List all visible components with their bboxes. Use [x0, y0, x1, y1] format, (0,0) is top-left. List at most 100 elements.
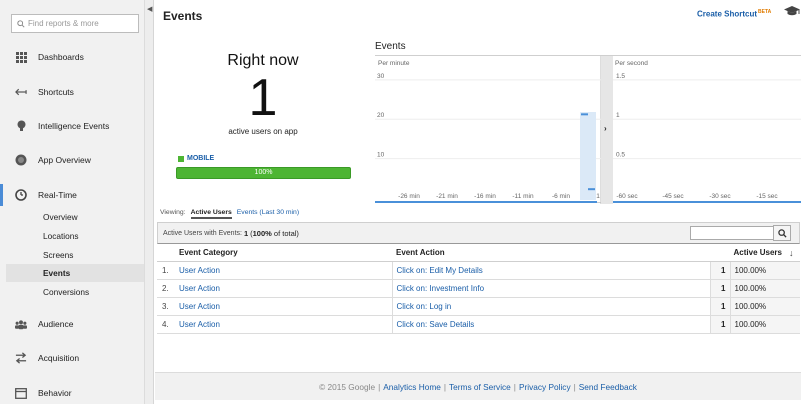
viewing-label: Viewing: — [160, 209, 186, 216]
graduation-cap-icon[interactable] — [784, 5, 800, 19]
bar — [581, 113, 588, 116]
summary-label: Active Users with Events: — [163, 229, 242, 237]
grid-icon — [15, 51, 27, 63]
table-row: 4. User Action Click on: Save Details 1 100.… — [157, 315, 800, 334]
event-category-link[interactable]: User Action — [175, 297, 393, 316]
bar — [588, 188, 595, 191]
tab-active-users[interactable]: Active Users — [190, 209, 232, 219]
y-tick-label: 1.5 — [616, 73, 625, 80]
nav-item-app-overview[interactable]: App Overview — [0, 149, 145, 171]
sidebar: Find reports & more Dashboards Shortcuts… — [0, 0, 145, 404]
active-users-percent: 100.00% — [730, 315, 800, 334]
y-tick-label: 20 — [377, 112, 385, 119]
segment-label: MOBILE — [187, 155, 215, 162]
nav-item-dashboards[interactable]: Dashboards — [0, 46, 145, 68]
table-search-input[interactable] — [690, 226, 776, 240]
active-users-caption: active users on app — [228, 127, 298, 136]
row-index: 4. — [157, 315, 175, 334]
search-icon — [17, 19, 25, 28]
y-tick-label: 10 — [377, 152, 385, 159]
sub-item-conversions[interactable]: Conversions — [6, 283, 144, 301]
swap-arrows-icon — [15, 352, 27, 364]
row-index: 1. — [157, 261, 175, 280]
footer-link-terms-of-service[interactable]: Terms of Service — [449, 382, 511, 392]
active-users-percent: 100.00% — [730, 297, 800, 316]
nav-label: Shortcuts — [38, 87, 74, 97]
events-chart: › Per minute 10 20 30 -26 min -21 min -16 min -1… — [375, 55, 801, 204]
summary-detail-percent: 100% — [252, 228, 272, 238]
event-category-link[interactable]: User Action — [175, 261, 393, 280]
active-users-value: 1 — [710, 279, 731, 298]
event-action-link[interactable]: Click on: Save Details — [392, 315, 711, 334]
footer-link-send-feedback[interactable]: Send Feedback — [579, 382, 637, 392]
nav-item-behavior[interactable]: Behavior — [0, 382, 145, 404]
footer-link-privacy-policy[interactable]: Privacy Policy — [519, 382, 571, 392]
footer-link-analytics-home[interactable]: Analytics Home — [383, 382, 441, 392]
active-users-value: 1 — [710, 297, 731, 316]
segment-swatch — [178, 155, 184, 162]
column-header-event-category[interactable]: Event Category — [175, 244, 392, 262]
active-users-count: 1 — [248, 69, 278, 127]
footer-copyright: © 2015 Google — [319, 381, 376, 392]
viewing-tabs: Viewing: Active Users Events (Last 30 mi… — [160, 209, 299, 219]
segment-bar: 100% — [176, 167, 351, 179]
segment-percent: 100% — [254, 169, 273, 176]
y-tick-label: 1 — [616, 112, 620, 119]
sub-item-locations[interactable]: Locations — [6, 227, 144, 245]
column-header-active-users[interactable]: Active Users — [710, 244, 800, 262]
events-chart-title: Events — [375, 41, 406, 52]
summary-detail: (100% of total) — [250, 228, 299, 238]
nav-label: App Overview — [38, 155, 91, 165]
table-header-row: Event Category Event Action Active Users — [157, 244, 800, 262]
table-search-button[interactable] — [773, 225, 791, 241]
x-tick-label: -16 min — [474, 193, 496, 200]
nav-item-intelligence-events[interactable]: Intelligence Events — [0, 115, 145, 137]
events-table: Event Category Event Action Active Users… — [157, 244, 800, 334]
sub-item-overview[interactable]: Overview — [6, 208, 144, 226]
active-users-percent: 100.00% — [730, 261, 800, 280]
event-action-link[interactable]: Click on: Log in — [392, 297, 711, 316]
sidebar-collapse-toggle[interactable]: ◀ — [145, 0, 154, 404]
nav-item-acquisition[interactable]: Acquisition — [0, 347, 145, 369]
nav-item-real-time[interactable]: Real-Time — [0, 184, 145, 206]
sub-item-events[interactable]: Events — [6, 264, 144, 282]
nav-label: Acquisition — [38, 353, 80, 363]
table-row: 2. User Action Click on: Investment Info 1 1… — [157, 279, 800, 298]
highlight-column — [580, 112, 596, 200]
event-action-link[interactable]: Click on: Investment Info — [392, 279, 711, 298]
panel-title-per-minute: Per minute — [378, 60, 410, 67]
page-title: Events — [163, 9, 203, 23]
tab-events-last-30-min[interactable]: Events (Last 30 min) — [237, 209, 299, 219]
event-action-link[interactable]: Click on: Edit My Details — [392, 261, 711, 280]
nav-label: Dashboards — [38, 52, 84, 62]
segment-legend: MOBILE — [178, 155, 214, 162]
nav-item-shortcuts[interactable]: Shortcuts — [0, 81, 145, 103]
sub-item-screens[interactable]: Screens — [6, 246, 144, 264]
x-tick-label: -45 sec — [662, 193, 684, 200]
event-category-link[interactable]: User Action — [175, 279, 393, 298]
y-tick-label: 0.5 — [616, 152, 625, 159]
beta-badge: BETA — [758, 9, 772, 15]
x-tick-label: -6 min — [552, 193, 570, 200]
summary-value: 1 — [243, 228, 249, 238]
row-index: 2. — [157, 279, 175, 298]
search-input[interactable]: Find reports & more — [11, 14, 139, 33]
x-tick-label: -30 sec — [709, 193, 731, 200]
people-icon — [15, 318, 27, 330]
x-tick-label: -11 min — [512, 193, 534, 200]
search-placeholder: Find reports & more — [28, 19, 99, 28]
column-header-event-action[interactable]: Event Action — [392, 244, 710, 262]
y-tick-label: 30 — [377, 73, 385, 80]
nav-label: Real-Time — [38, 190, 77, 200]
create-shortcut-label: Create Shortcut — [697, 9, 758, 19]
table-row: 1. User Action Click on: Edit My Details 1 1… — [157, 261, 800, 280]
nav-label: Audience — [38, 319, 74, 329]
event-category-link[interactable]: User Action — [175, 315, 393, 334]
sort-descending-icon[interactable]: ↓ — [789, 248, 794, 258]
nav-label: Behavior — [38, 388, 72, 398]
nav-item-audience[interactable]: Audience — [0, 313, 145, 335]
x-tick-label: -15 sec — [756, 193, 778, 200]
x-tick-label: -26 min — [398, 193, 420, 200]
lightbulb-icon — [15, 120, 27, 132]
create-shortcut-link[interactable]: Create ShortcutBETA — [697, 9, 771, 19]
